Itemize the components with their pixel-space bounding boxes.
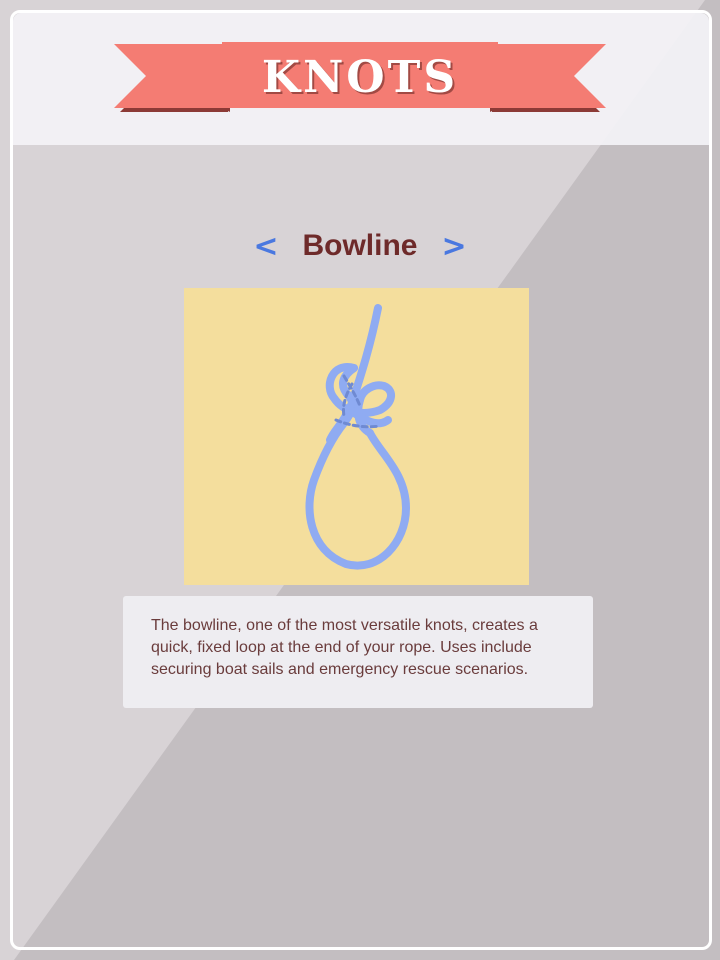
knot-title: Bowline (302, 229, 418, 262)
chevron-right-icon[interactable]: > (436, 229, 473, 264)
description-panel: The bowline, one of the most versatile k… (123, 596, 593, 708)
knot-illustration (184, 288, 529, 585)
bowline-knot-icon (305, 304, 410, 570)
knot-description: The bowline, one of the most versatile k… (151, 617, 538, 678)
app-title: KNOTS (261, 52, 459, 103)
knot-navigation: < Bowline > (200, 222, 520, 270)
chevron-left-icon[interactable]: < (247, 229, 284, 264)
